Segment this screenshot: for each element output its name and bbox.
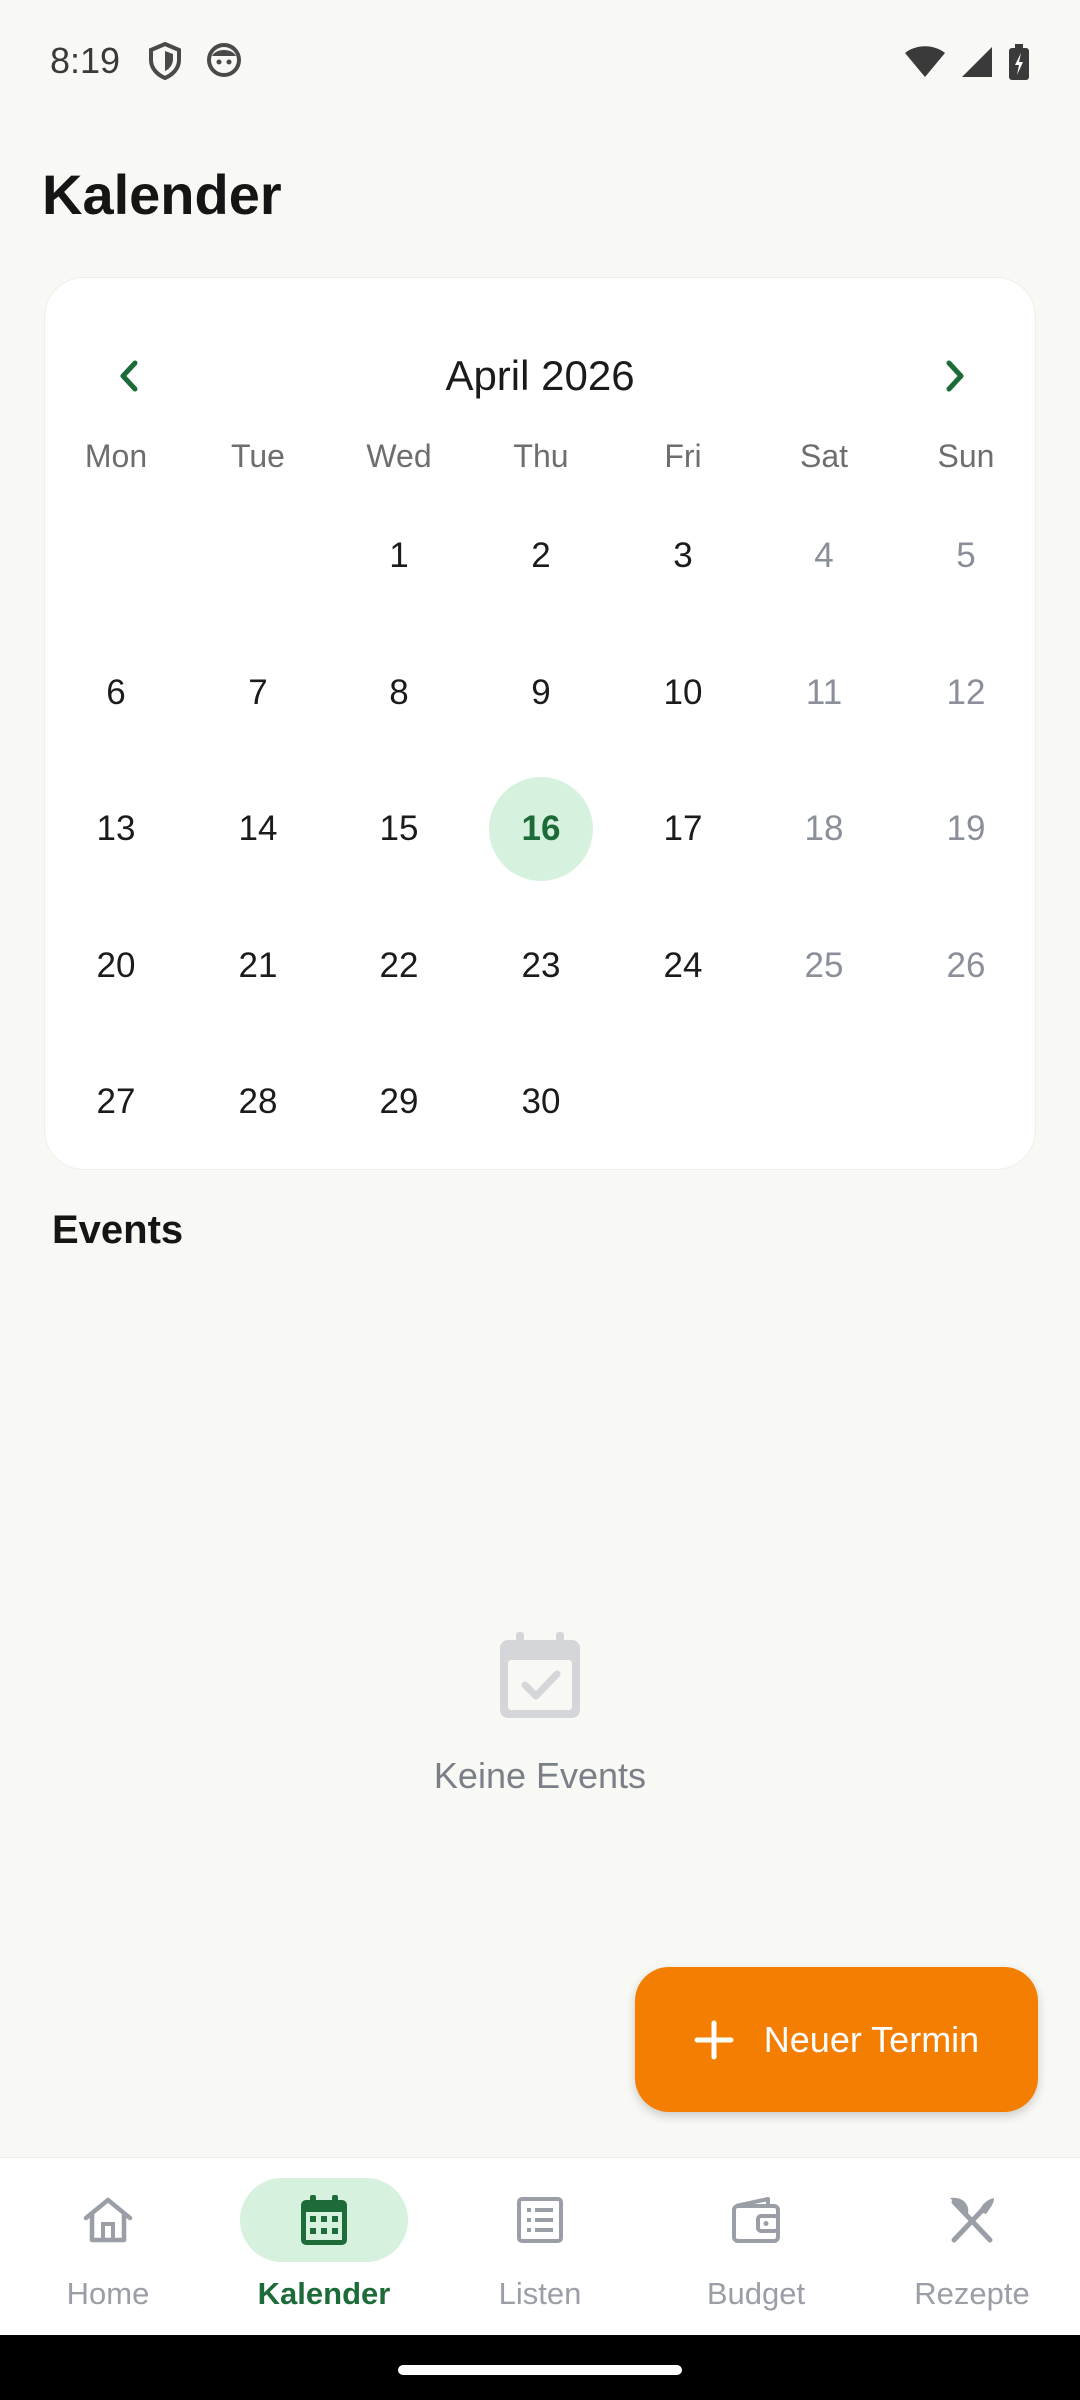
gesture-handle[interactable] bbox=[398, 2365, 682, 2375]
calendar-day[interactable]: 7 bbox=[206, 641, 310, 745]
calendar-icon bbox=[301, 2195, 347, 2245]
calendar-day[interactable]: 15 bbox=[347, 777, 451, 881]
new-event-label: Neuer Termin bbox=[763, 2018, 980, 2060]
nav-label: Budget bbox=[706, 2276, 806, 2311]
calendar-day[interactable]: 4 bbox=[772, 504, 876, 608]
page-title: Kalender bbox=[42, 163, 282, 226]
nav-item-listen[interactable]: Listen bbox=[432, 2158, 648, 2336]
battery-charging-icon bbox=[1008, 44, 1030, 85]
system-navigation-bar bbox=[0, 2335, 1080, 2400]
calendar-day[interactable]: 14 bbox=[206, 777, 310, 881]
calendar-day[interactable]: 11 bbox=[772, 641, 876, 745]
status-time: 8:19 bbox=[50, 40, 121, 81]
calendar-day[interactable]: 22 bbox=[347, 914, 451, 1018]
calendar-day[interactable]: 2 bbox=[489, 504, 593, 608]
calendar-day[interactable]: 19 bbox=[914, 777, 1018, 881]
calendar-day[interactable]: 10 bbox=[631, 641, 735, 745]
calendar-day[interactable]: 26 bbox=[914, 914, 1018, 1018]
calendar-day[interactable]: 6 bbox=[64, 641, 168, 745]
nav-item-kalender[interactable]: Kalender bbox=[216, 2158, 432, 2336]
calendar-day[interactable]: 18 bbox=[772, 777, 876, 881]
calendar-day[interactable]: 13 bbox=[64, 777, 168, 881]
plus-icon bbox=[694, 2020, 734, 2059]
calendar-day[interactable]: 9 bbox=[489, 641, 593, 745]
calendar-day[interactable]: 1 bbox=[347, 504, 451, 608]
signal-icon bbox=[960, 45, 994, 84]
nav-label: Listen bbox=[498, 2276, 582, 2311]
nav-label: Rezepte bbox=[914, 2276, 1030, 2311]
empty-state: Keine Events bbox=[0, 1630, 1080, 1797]
calendar-day[interactable]: 29 bbox=[347, 1050, 451, 1154]
calendar-day[interactable]: 28 bbox=[206, 1050, 310, 1154]
calendar-day[interactable]: 5 bbox=[914, 504, 1018, 608]
nav-item-rezepte[interactable]: Rezepte bbox=[864, 2158, 1080, 2336]
events-heading: Events bbox=[52, 1208, 184, 1252]
calendar-day[interactable]: 27 bbox=[64, 1050, 168, 1154]
calendar-day[interactable]: 21 bbox=[206, 914, 310, 1018]
calendar-day[interactable]: 25 bbox=[772, 914, 876, 1018]
nav-item-budget[interactable]: Budget bbox=[648, 2158, 864, 2336]
list-icon bbox=[517, 2197, 563, 2243]
calendar-day-selected[interactable]: 16 bbox=[489, 777, 593, 881]
calendar-day[interactable]: 30 bbox=[489, 1050, 593, 1154]
calendar-day[interactable]: 23 bbox=[489, 914, 593, 1018]
nav-label: Home bbox=[66, 2276, 150, 2311]
nav-label: Kalender bbox=[257, 2276, 391, 2311]
calendar-day[interactable]: 20 bbox=[64, 914, 168, 1018]
nav-item-home[interactable]: Home bbox=[0, 2158, 216, 2336]
wifi-icon bbox=[904, 45, 946, 84]
calendar-day[interactable]: 17 bbox=[631, 777, 735, 881]
home-icon bbox=[83, 2197, 133, 2243]
bottom-nav: Home Kalender Listen Budget Rezepte bbox=[0, 2157, 1080, 2336]
calendar-check-icon bbox=[498, 1630, 582, 1725]
calendar-day[interactable]: 3 bbox=[631, 504, 735, 608]
shield-icon bbox=[148, 41, 182, 85]
empty-text: Keine Events bbox=[433, 1755, 647, 1796]
day-grid: 1 2 3 4 5 6 7 8 9 10 11 12 13 14 15 16 17 18 19 20 21 22 23 24 2… bbox=[45, 278, 1037, 1171]
status-bar: 8:19 bbox=[0, 0, 1080, 130]
calendar-card: April 2026 Mon Tue Wed Thu Fri Sat Sun 1234567… bbox=[44, 277, 1036, 1170]
new-event-button[interactable]: Neuer Termin bbox=[635, 1967, 1038, 2112]
face-icon bbox=[206, 42, 242, 83]
calendar-day[interactable]: 24 bbox=[631, 914, 735, 1018]
utensils-icon bbox=[950, 2197, 994, 2243]
calendar-day[interactable]: 8 bbox=[347, 641, 451, 745]
calendar-day[interactable]: 12 bbox=[914, 641, 1018, 745]
wallet-icon bbox=[732, 2197, 780, 2243]
